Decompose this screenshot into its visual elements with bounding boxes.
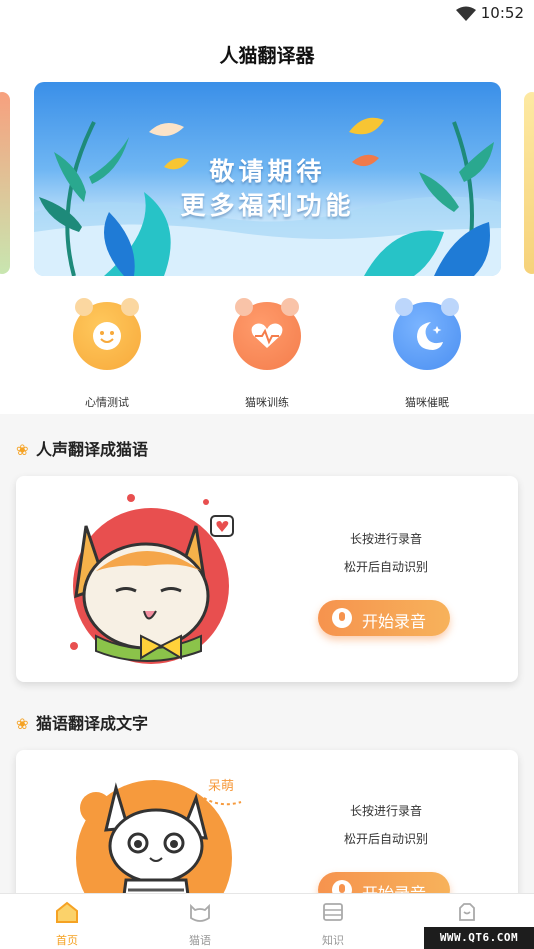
nav-knowledge[interactable]: 知识: [293, 900, 373, 948]
hint-release: 松开后自动识别: [343, 832, 428, 846]
cat-illustration-striped: 呆萌: [76, 779, 242, 910]
feature-label: 心情测试: [85, 396, 129, 409]
moon-star-icon: [393, 298, 461, 370]
home-icon: [56, 901, 78, 923]
paw-icon: ❀: [16, 715, 29, 733]
hint-release: 松开后自动识别: [343, 560, 428, 574]
profile-icon: [459, 903, 475, 921]
cat-illustration-orange: [70, 494, 234, 664]
feature-cat-hypnosis[interactable]: 猫咪催眠: [372, 298, 482, 410]
book-icon: [323, 903, 343, 921]
microphone-icon: [332, 608, 352, 628]
page-title: 人猫翻译器: [219, 45, 315, 67]
cat-face-icon: [190, 903, 210, 922]
hint-long-press: 长按进行录音: [349, 804, 422, 818]
voice-to-cat-card: 长按进行录音 松开后自动识别 开始录音: [16, 476, 518, 682]
smiley-icon: [73, 298, 141, 370]
banner-slide[interactable]: 敬请期待 更多福利功能: [34, 82, 501, 276]
status-time: 10:52: [480, 4, 524, 22]
feature-cat-training[interactable]: 猫咪训练: [212, 298, 322, 410]
feature-mood-test[interactable]: 心情测试: [52, 298, 162, 410]
hint-long-press: 长按进行录音: [349, 532, 422, 546]
section-title-cat-to-text: ❀ 猫语翻译成文字: [16, 714, 149, 733]
feature-grid: 心情测试 猫咪训练 猫咪催眠: [0, 286, 534, 414]
app-screen: 10:52 人猫翻译器 敬请期待 更多福利功能 心情测试 猫咪训练 猫咪催眠 ❀…: [0, 0, 534, 949]
heart-pulse-icon: [233, 298, 301, 370]
site-watermark: WWW.QT6.COM: [424, 927, 534, 949]
banner-line1: 敬请期待: [209, 157, 326, 186]
wifi-icon: [456, 6, 476, 21]
banner-peek-previous[interactable]: [0, 92, 10, 274]
sticker-text: 呆萌: [208, 779, 234, 794]
status-bar: 10:52: [0, 0, 534, 30]
app-header: 人猫翻译器: [0, 30, 534, 78]
paw-icon: ❀: [16, 441, 29, 459]
nav-cat-language[interactable]: 猫语: [160, 900, 240, 948]
banner-carousel[interactable]: 敬请期待 更多福利功能: [0, 78, 534, 286]
banner-line2: 更多福利功能: [180, 191, 355, 220]
feature-label: 猫咪催眠: [405, 396, 449, 409]
nav-home[interactable]: 首页: [27, 900, 107, 948]
cat-to-text-card: 呆萌 长按进行录音 松开后自动识别 开始录音: [16, 750, 518, 910]
start-recording-button[interactable]: 开始录音: [318, 600, 450, 636]
section-title-voice-to-cat: ❀ 人声翻译成猫语: [16, 440, 149, 459]
feature-label: 猫咪训练: [245, 396, 289, 409]
banner-peek-next[interactable]: [524, 92, 534, 274]
